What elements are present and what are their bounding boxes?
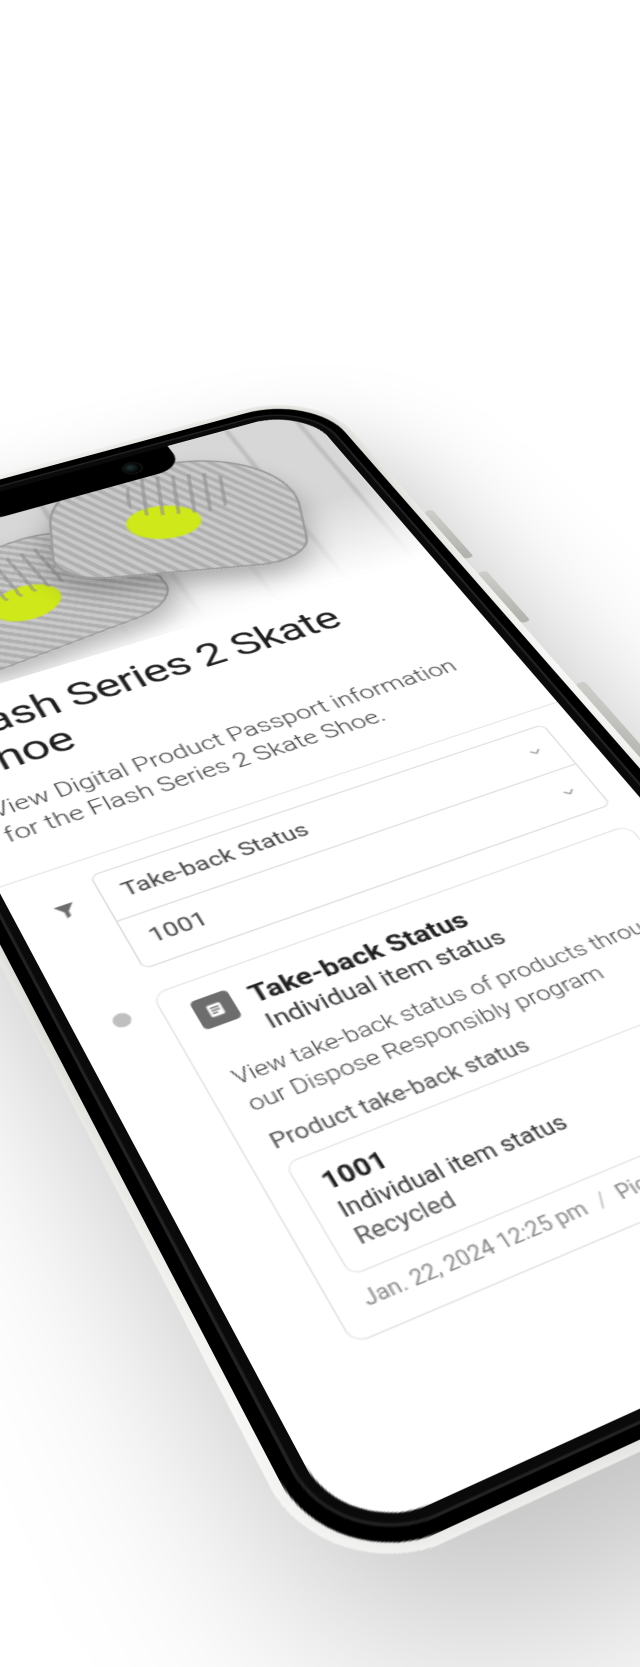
item-label: Individual item status xyxy=(333,1034,640,1223)
camera-icon xyxy=(121,461,143,474)
filter-field-id-value: 1001 xyxy=(144,907,213,947)
app-screen: Flash Series 2 Skate Shoe View Digital P… xyxy=(0,408,640,1542)
card-description: View take-back status of products throug… xyxy=(227,904,640,1119)
document-icon xyxy=(189,988,243,1029)
card-section-label: Product take-back status xyxy=(265,959,640,1153)
chevron-down-icon xyxy=(555,782,582,800)
meta-separator: / xyxy=(591,1189,614,1213)
card-title: Take-back Status xyxy=(243,899,494,1008)
item-status: Recycled xyxy=(349,1057,640,1250)
chevron-down-icon xyxy=(522,743,549,761)
